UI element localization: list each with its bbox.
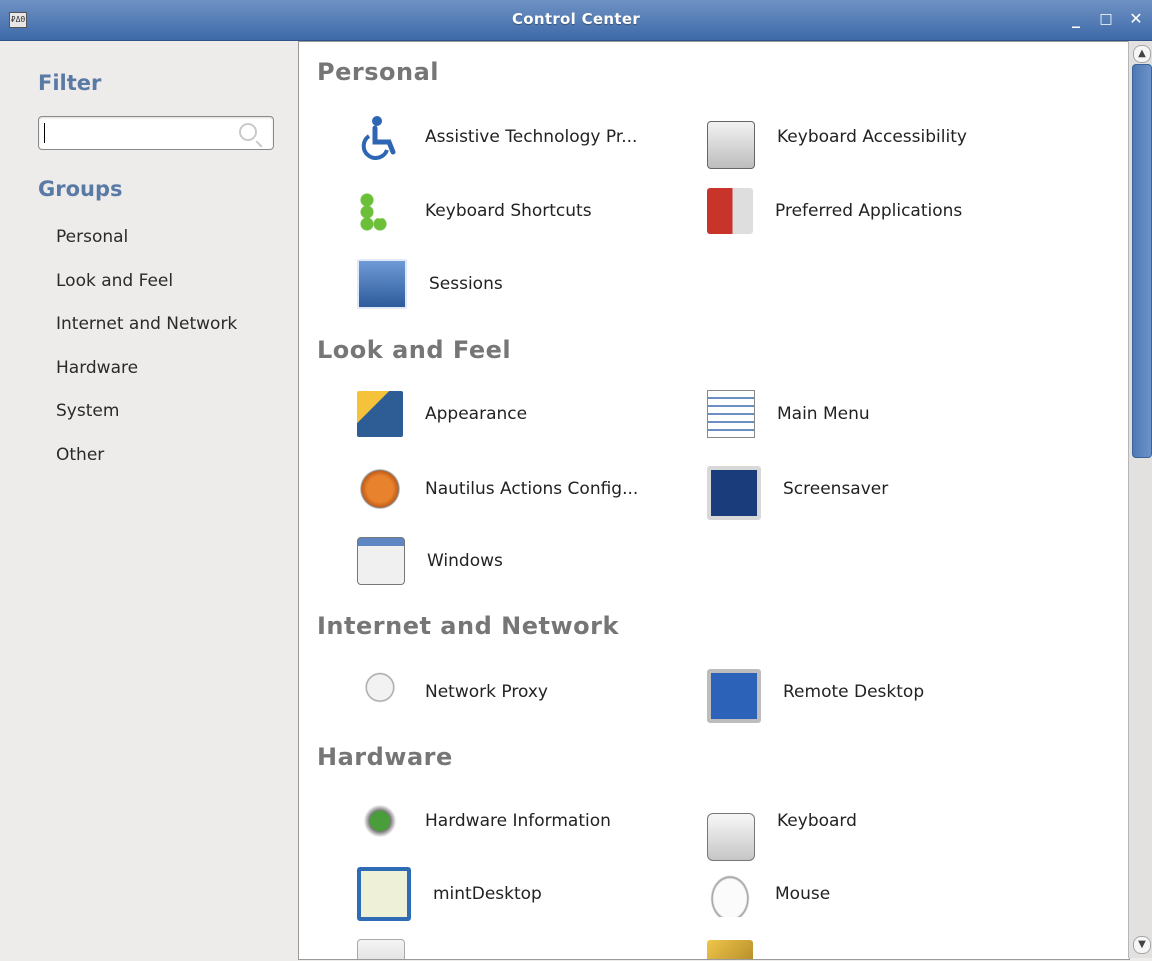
launcher-network-proxy[interactable]: Network Proxy bbox=[357, 668, 548, 716]
launcher-remote-desktop[interactable]: Remote Desktop bbox=[707, 668, 925, 723]
launcher-keyboard-shortcuts[interactable]: Keyboard Shortcuts bbox=[357, 187, 592, 235]
mouse-icon bbox=[707, 871, 753, 917]
hardware-info-icon bbox=[357, 798, 403, 844]
launcher-keyboard-accessibility[interactable]: Keyboard Accessibility bbox=[707, 113, 967, 169]
launcher-assistive-technology[interactable]: Assistive Technology Pr... bbox=[357, 113, 637, 161]
launcher-label: Assistive Technology Pr... bbox=[425, 127, 638, 147]
launcher-label: Nautilus Actions Config... bbox=[425, 479, 639, 499]
scroll-up-button[interactable]: ▲ bbox=[1133, 45, 1151, 63]
scroll-down-button[interactable]: ▼ bbox=[1133, 936, 1151, 954]
groups-heading: Groups bbox=[38, 177, 123, 201]
appearance-icon bbox=[357, 391, 403, 437]
launcher-label: Remote Desktop bbox=[783, 682, 925, 702]
launcher-label: Hardware Information bbox=[425, 811, 611, 831]
launcher-preferred-applications[interactable]: Preferred Applications bbox=[707, 187, 962, 235]
keyboard-icon bbox=[707, 813, 755, 861]
preferred-apps-icon bbox=[707, 188, 753, 234]
window-title: Control Center bbox=[511, 10, 641, 28]
folder-icon bbox=[707, 940, 753, 959]
section-title-hardware: Hardware bbox=[317, 743, 453, 771]
launcher-partial[interactable] bbox=[707, 939, 775, 959]
group-item-look-and-feel[interactable]: Look and Feel bbox=[56, 271, 237, 315]
network-proxy-icon bbox=[357, 669, 403, 715]
launcher-hardware-information[interactable]: Hardware Information bbox=[357, 797, 611, 845]
text-caret bbox=[44, 123, 45, 143]
launcher-label: Mouse bbox=[775, 884, 831, 904]
screensaver-icon bbox=[707, 466, 761, 520]
keyboard-icon bbox=[707, 121, 755, 169]
windows-icon bbox=[357, 537, 405, 585]
group-item-hardware[interactable]: Hardware bbox=[56, 358, 237, 402]
group-item-personal[interactable]: Personal bbox=[56, 227, 237, 271]
maximize-button[interactable]: □ bbox=[1096, 9, 1116, 29]
scrollbar-thumb[interactable] bbox=[1132, 64, 1152, 458]
remote-desktop-icon bbox=[707, 669, 761, 723]
search-icon bbox=[239, 123, 257, 141]
filter-input[interactable] bbox=[38, 116, 274, 150]
launcher-main-menu[interactable]: Main Menu bbox=[707, 390, 870, 438]
launcher-label: Screensaver bbox=[783, 479, 889, 499]
launcher-label: Main Menu bbox=[777, 404, 870, 424]
launcher-mintdesktop[interactable]: mintDesktop bbox=[357, 867, 542, 921]
main-menu-icon bbox=[707, 390, 755, 438]
close-button[interactable]: ✕ bbox=[1126, 9, 1146, 29]
clipboard-icon bbox=[357, 939, 405, 959]
launcher-keyboard[interactable]: Keyboard bbox=[707, 797, 857, 861]
launcher-label: Network Proxy bbox=[425, 682, 548, 702]
control-center-window: ₽ΔΘ Control Center _ □ ✕ Filter Groups P… bbox=[0, 0, 1152, 961]
section-title-internet-and-network: Internet and Network bbox=[317, 612, 619, 640]
launcher-label: Windows bbox=[427, 551, 503, 571]
launcher-label: Keyboard bbox=[777, 811, 857, 831]
applet-grid: Personal Assistive Technology Pr... Keyb… bbox=[298, 41, 1130, 960]
launcher-mouse[interactable]: Mouse bbox=[707, 870, 830, 918]
launcher-label: Keyboard Accessibility bbox=[777, 127, 967, 147]
filter-heading: Filter bbox=[38, 71, 102, 95]
launcher-screensaver[interactable]: Screensaver bbox=[707, 465, 889, 520]
launcher-nautilus-actions[interactable]: Nautilus Actions Config... bbox=[357, 465, 638, 513]
section-title-look-and-feel: Look and Feel bbox=[317, 336, 512, 364]
launcher-label: Keyboard Shortcuts bbox=[425, 201, 592, 221]
section-title-personal: Personal bbox=[317, 58, 439, 86]
sidebar: Filter Groups Personal Look and Feel Int… bbox=[0, 41, 298, 961]
group-list: Personal Look and Feel Internet and Netw… bbox=[56, 227, 237, 488]
nautilus-actions-icon bbox=[357, 466, 403, 512]
mintdesktop-icon bbox=[357, 867, 411, 921]
launcher-label: mintDesktop bbox=[433, 884, 542, 904]
shortcuts-icon bbox=[357, 188, 403, 234]
launcher-sessions[interactable]: Sessions bbox=[357, 259, 503, 309]
launcher-label: Preferred Applications bbox=[775, 201, 963, 221]
sessions-icon bbox=[357, 259, 407, 309]
accessibility-icon bbox=[357, 114, 403, 160]
group-item-system[interactable]: System bbox=[56, 401, 237, 445]
vertical-scrollbar[interactable]: ▲ ▼ bbox=[1128, 41, 1152, 958]
minimize-button[interactable]: _ bbox=[1066, 9, 1086, 29]
group-item-internet-and-network[interactable]: Internet and Network bbox=[56, 314, 237, 358]
launcher-windows[interactable]: Windows bbox=[357, 537, 503, 585]
launcher-label: Sessions bbox=[429, 274, 503, 294]
launcher-appearance[interactable]: Appearance bbox=[357, 390, 527, 438]
group-item-other[interactable]: Other bbox=[56, 445, 237, 489]
launcher-label: Appearance bbox=[425, 404, 528, 424]
title-bar[interactable]: ₽ΔΘ Control Center _ □ ✕ bbox=[0, 0, 1152, 41]
launcher-partial[interactable] bbox=[357, 939, 427, 959]
